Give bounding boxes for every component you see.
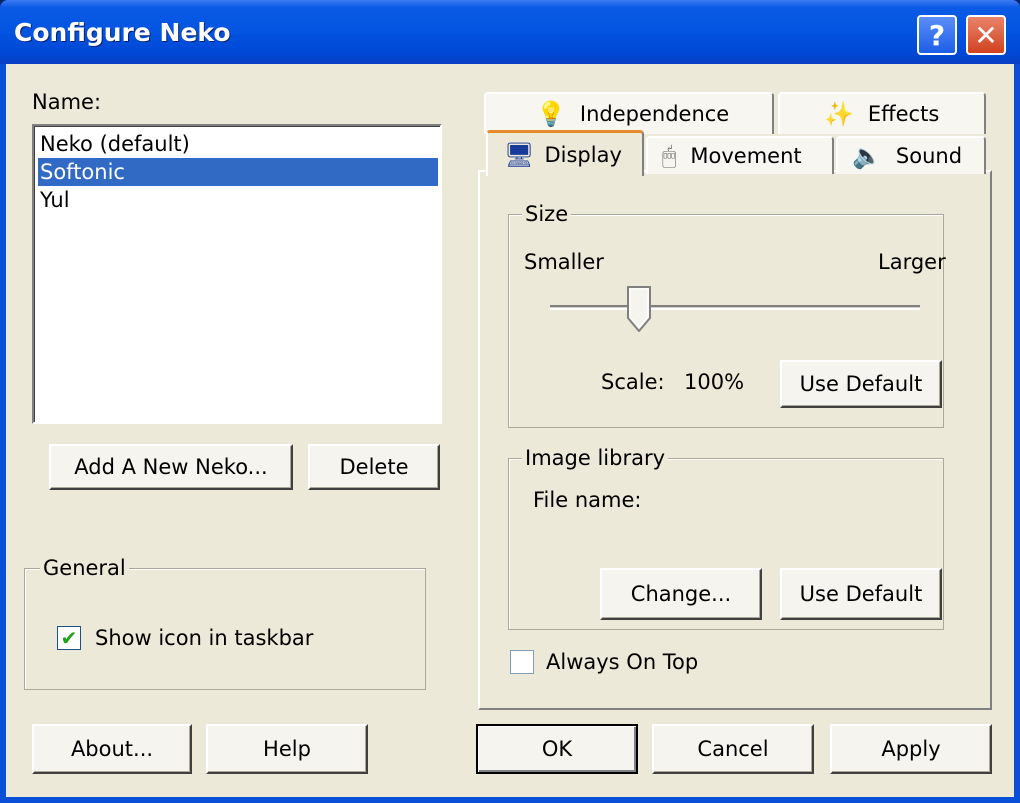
title-bar[interactable]: Configure Neko ? ✕	[0, 0, 1020, 64]
close-icon: ✕	[974, 18, 998, 52]
add-neko-label: Add A New Neko...	[74, 455, 268, 479]
about-label: About...	[70, 737, 154, 761]
help-label: Help	[263, 737, 311, 761]
question-icon: ?	[928, 18, 946, 52]
tab-sound[interactable]: 🔈 Sound	[836, 136, 986, 174]
delete-button[interactable]: Delete	[308, 444, 440, 490]
apply-button[interactable]: Apply	[830, 724, 992, 774]
scale-label: Scale:	[601, 370, 665, 394]
larger-label: Larger	[878, 250, 946, 274]
tab-display[interactable]: 🖥 Display	[486, 130, 644, 176]
ok-button[interactable]: OK	[476, 724, 638, 774]
cancel-label: Cancel	[697, 737, 769, 761]
name-label: Name:	[32, 90, 102, 114]
lightbulb-icon: 💡	[536, 100, 566, 128]
always-on-top-checkbox[interactable]	[510, 650, 534, 674]
tab-effects-label: Effects	[867, 102, 940, 126]
show-icon-checkbox[interactable]: ✔	[57, 626, 81, 650]
cancel-button[interactable]: Cancel	[652, 724, 814, 774]
apply-label: Apply	[881, 737, 941, 761]
list-item-selected[interactable]: Softonic	[38, 158, 438, 186]
always-on-top-label[interactable]: Always On Top	[546, 650, 698, 674]
smaller-label: Smaller	[524, 250, 604, 274]
size-slider-track[interactable]	[550, 305, 920, 310]
tab-sound-label: Sound	[895, 144, 963, 168]
list-item[interactable]: Yul	[38, 186, 438, 214]
mouse-icon: 🖱	[662, 142, 677, 170]
general-group-label: General	[40, 556, 129, 580]
show-icon-label[interactable]: Show icon in taskbar	[95, 626, 313, 650]
dialog-client: Name: Neko (default) Softonic Yul Add A …	[6, 64, 1014, 797]
scale-value: 100%	[684, 370, 745, 394]
list-item[interactable]: Neko (default)	[38, 130, 438, 158]
image-library-group-label: Image library	[522, 446, 669, 470]
tab-independence-label: Independence	[579, 102, 730, 126]
monitor-icon: 🖥	[504, 140, 535, 169]
file-name-label: File name:	[533, 488, 642, 512]
close-button[interactable]: ✕	[966, 15, 1006, 55]
tab-independence[interactable]: 💡 Independence	[484, 92, 774, 134]
dialog-window: Configure Neko ? ✕ Name: Neko (default) …	[0, 0, 1020, 803]
add-neko-button[interactable]: Add A New Neko...	[49, 444, 293, 490]
change-button[interactable]: Change...	[600, 568, 762, 620]
delete-label: Delete	[339, 455, 409, 479]
window-title: Configure Neko	[14, 18, 231, 47]
checkmark-icon: ✔	[60, 626, 78, 650]
use-default-image-label: Use Default	[799, 582, 923, 606]
use-default-size-button[interactable]: Use Default	[780, 360, 942, 408]
use-default-image-button[interactable]: Use Default	[780, 568, 942, 620]
size-group-label: Size	[522, 202, 572, 226]
help-title-button[interactable]: ?	[917, 15, 957, 55]
tab-display-label: Display	[544, 142, 622, 167]
tab-movement[interactable]: 🖱 Movement	[646, 136, 834, 174]
tab-effects[interactable]: ✨ Effects	[778, 92, 986, 134]
help-button[interactable]: Help	[206, 724, 368, 774]
neko-listbox[interactable]: Neko (default) Softonic Yul	[32, 124, 442, 424]
about-button[interactable]: About...	[32, 724, 192, 774]
use-default-size-label: Use Default	[799, 372, 923, 396]
speaker-icon: 🔈	[852, 142, 882, 170]
change-label: Change...	[630, 582, 732, 606]
size-slider-thumb[interactable]	[626, 286, 651, 332]
tab-movement-label: Movement	[690, 144, 802, 168]
ok-label: OK	[541, 737, 573, 761]
sparkle-icon: ✨	[824, 100, 854, 128]
